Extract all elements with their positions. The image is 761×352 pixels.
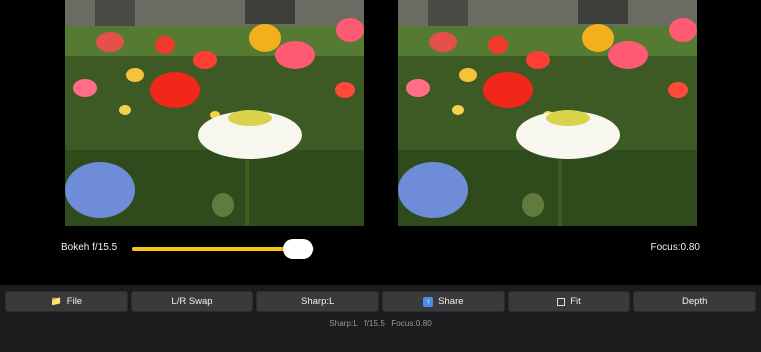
- slider-thumb[interactable]: [282, 239, 313, 259]
- file-button[interactable]: 📁 File: [5, 291, 128, 312]
- fit-button-label: Fit: [570, 296, 581, 307]
- sharp-button-label: Sharp:L: [301, 296, 335, 307]
- fit-button[interactable]: Fit: [507, 291, 631, 312]
- toolbar-buttons: 📁 File L/R Swap Sharp:L ↑ Share Fit Dept…: [5, 291, 757, 312]
- share-button[interactable]: ↑ Share: [382, 291, 505, 312]
- bottom-toolbar: 📁 File L/R Swap Sharp:L ↑ Share Fit Dept…: [0, 285, 761, 352]
- bokeh-label: Bokeh f/15.5: [61, 242, 118, 253]
- folder-icon: 📁: [50, 296, 62, 306]
- focus-label: Focus:0.80: [650, 242, 700, 253]
- right-photo: [398, 0, 697, 226]
- file-button-label: File: [66, 296, 83, 307]
- fit-icon: [557, 297, 566, 306]
- slider-fill: [132, 247, 298, 251]
- right-photo-image: [398, 0, 697, 226]
- left-photo: [65, 0, 364, 226]
- left-photo-image: [65, 0, 364, 226]
- lr-swap-button[interactable]: L/R Swap: [130, 291, 254, 312]
- share-button-label: Share: [438, 296, 464, 307]
- depth-button[interactable]: Depth: [633, 291, 757, 312]
- bokeh-slider[interactable]: [132, 239, 314, 259]
- status-bar: Sharp:L f/15.5 Focus:0.80: [0, 319, 761, 328]
- controls-row: Bokeh f/15.5 Focus:0.80: [0, 234, 761, 264]
- status-sharp: Sharp:L: [329, 319, 358, 328]
- depth-button-label: Depth: [682, 296, 708, 307]
- sharp-button[interactable]: Sharp:L: [256, 291, 380, 312]
- status-focus: Focus:0.80: [391, 319, 432, 328]
- share-icon: ↑: [423, 296, 434, 307]
- lr-swap-button-label: L/R Swap: [171, 296, 213, 307]
- status-aperture: f/15.5: [364, 319, 385, 328]
